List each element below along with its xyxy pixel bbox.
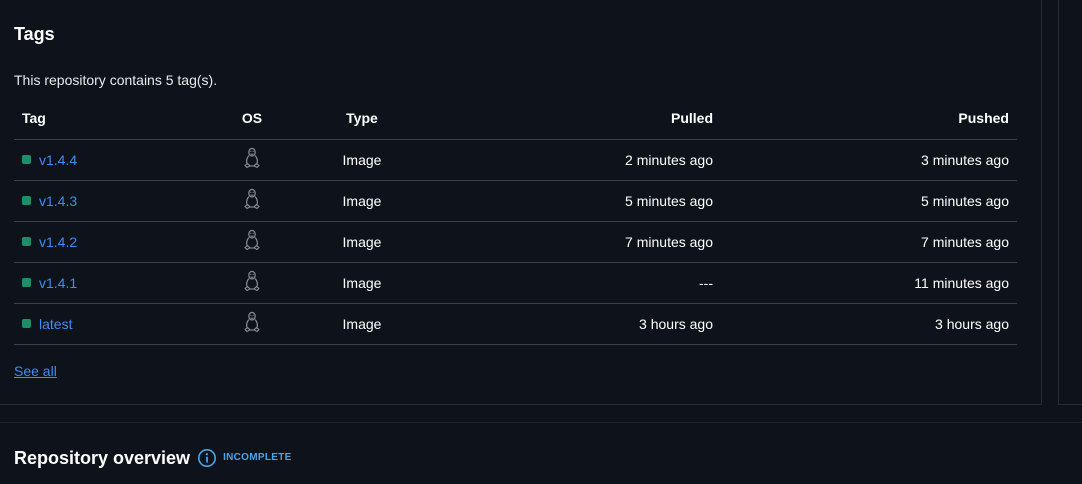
pushed-cell: 3 hours ago bbox=[721, 303, 1017, 345]
repository-overview-heading: Repository overview INCOMPLETE bbox=[14, 446, 292, 470]
tag-cell: v1.4.1 bbox=[14, 262, 202, 304]
table-row: v1.4.3 Image 5 minutes ago 5 minutes ago bbox=[14, 180, 1017, 222]
os-cell bbox=[202, 221, 302, 263]
tag-cell: v1.4.2 bbox=[14, 221, 202, 263]
tags-summary: This repository contains 5 tag(s). bbox=[14, 72, 218, 88]
incomplete-badge: INCOMPLETE bbox=[223, 452, 292, 463]
pulled-cell: 3 hours ago bbox=[422, 303, 721, 345]
table-row: v1.4.2 Image 7 minutes ago 7 minutes ago bbox=[14, 221, 1017, 263]
type-cell: Image bbox=[302, 180, 422, 222]
section-divider bbox=[0, 422, 1082, 423]
pushed-cell: 3 minutes ago bbox=[721, 139, 1017, 181]
column-header-pushed: Pushed bbox=[721, 98, 1017, 140]
column-header-tag: Tag bbox=[14, 98, 202, 140]
table-row: latest Image 3 hours ago 3 hours ago bbox=[14, 303, 1017, 345]
linux-icon bbox=[242, 311, 262, 333]
tag-link[interactable]: latest bbox=[39, 316, 72, 332]
pushed-cell: 7 minutes ago bbox=[721, 221, 1017, 263]
linux-icon bbox=[242, 270, 262, 292]
pulled-cell: 5 minutes ago bbox=[422, 180, 721, 222]
linux-icon bbox=[242, 147, 262, 169]
tag-link[interactable]: v1.4.4 bbox=[39, 152, 77, 168]
os-cell bbox=[202, 303, 302, 345]
pulled-cell: 7 minutes ago bbox=[422, 221, 721, 263]
table-row: v1.4.1 Image --- 11 minutes ago bbox=[14, 262, 1017, 304]
tag-cell: latest bbox=[14, 303, 202, 345]
type-cell: Image bbox=[302, 139, 422, 181]
tag-link[interactable]: v1.4.2 bbox=[39, 234, 77, 250]
type-cell: Image bbox=[302, 262, 422, 304]
tags-title: Tags bbox=[14, 24, 55, 44]
pulled-cell: --- bbox=[422, 262, 721, 304]
status-dot bbox=[22, 319, 31, 328]
tags-card: Tags This repository contains 5 tag(s). … bbox=[0, 0, 1042, 405]
tag-link[interactable]: v1.4.1 bbox=[39, 275, 77, 291]
os-cell bbox=[202, 262, 302, 304]
pushed-cell: 11 minutes ago bbox=[721, 262, 1017, 304]
status-dot bbox=[22, 278, 31, 287]
see-all-link[interactable]: See all bbox=[14, 362, 57, 380]
tags-table: Tag OS Type Pulled Pushed v1.4.4 Image 2 m… bbox=[14, 98, 1017, 345]
repository-overview-title: Repository overview bbox=[14, 448, 191, 468]
pushed-cell: 5 minutes ago bbox=[721, 180, 1017, 222]
os-cell bbox=[202, 139, 302, 181]
status-dot bbox=[22, 155, 31, 164]
page: Tags This repository contains 5 tag(s). … bbox=[0, 0, 1082, 484]
column-header-type: Type bbox=[302, 98, 422, 140]
tags-table-body: v1.4.4 Image 2 minutes ago 3 minutes ago v1.… bbox=[14, 139, 1017, 345]
type-cell: Image bbox=[302, 303, 422, 345]
tag-cell: v1.4.4 bbox=[14, 139, 202, 181]
column-header-os: OS bbox=[202, 98, 302, 140]
linux-icon bbox=[242, 188, 262, 210]
pulled-cell: 2 minutes ago bbox=[422, 139, 721, 181]
tag-cell: v1.4.3 bbox=[14, 180, 202, 222]
side-card bbox=[1058, 0, 1082, 405]
column-header-pulled: Pulled bbox=[422, 98, 721, 140]
tag-link[interactable]: v1.4.3 bbox=[39, 193, 77, 209]
status-dot bbox=[22, 237, 31, 246]
type-cell: Image bbox=[302, 221, 422, 263]
status-dot bbox=[22, 196, 31, 205]
info-icon[interactable] bbox=[197, 448, 217, 468]
tags-table-header: Tag OS Type Pulled Pushed bbox=[14, 98, 1017, 140]
os-cell bbox=[202, 180, 302, 222]
table-row: v1.4.4 Image 2 minutes ago 3 minutes ago bbox=[14, 139, 1017, 181]
linux-icon bbox=[242, 229, 262, 251]
